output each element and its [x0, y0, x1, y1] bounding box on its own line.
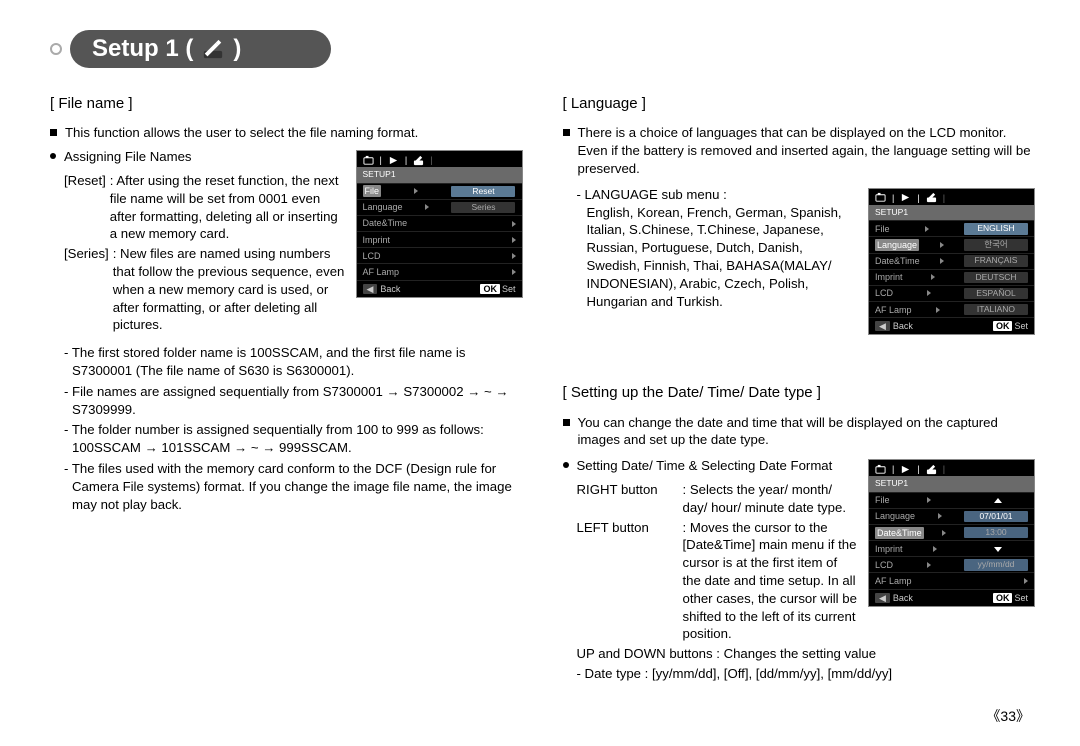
left-column: [ File name ] This function allows the u… [50, 86, 523, 683]
section-title-language: [ Language ] [563, 94, 1036, 114]
left-button-def: LEFT button : Moves the cursor to the [D… [577, 519, 859, 644]
page-title-suffix: ) [233, 35, 241, 63]
lcd1-header: SETUP1 [357, 167, 522, 182]
lcd-language: | | | SETUP1 FileENGLISH Language한국어 Dat… [868, 188, 1035, 336]
datetype-line: - Date type : [yy/mm/dd], [Off], [dd/mm/… [577, 665, 1036, 683]
datetime-intro: You can change the date and time that wi… [563, 414, 1036, 450]
header-dot-icon [50, 43, 62, 55]
date-format-bullet: Setting Date/ Time & Selecting Date Form… [563, 457, 859, 475]
assigning-file-names: Assigning File Names [50, 148, 346, 166]
page-header: Setup 1 ( ) [50, 30, 1035, 68]
lcd-filename: | | | SETUP1 FileReset LanguageSeries Da… [356, 150, 523, 298]
page-number: 《33》 [986, 706, 1030, 726]
section-title-datetime: [ Setting up the Date/ Time/ Date type ] [563, 383, 1036, 403]
reset-definition: [Reset] : After using the reset function… [64, 172, 346, 243]
section-title-filename: [ File name ] [50, 94, 523, 114]
page-title-pill: Setup 1 ( ) [70, 30, 331, 68]
lcd-datetime: | | | SETUP1 File Language07/01/01 Date&… [868, 459, 1035, 607]
series-definition: [Series] : New files are named using num… [64, 245, 346, 334]
updown-line: UP and DOWN buttons : Changes the settin… [577, 645, 1036, 663]
pencil-icon [199, 38, 227, 60]
filename-notes: - The first stored folder name is 100SSC… [64, 344, 523, 513]
language-intro: There is a choice of languages that can … [563, 124, 1036, 177]
right-column: [ Language ] There is a choice of langua… [563, 86, 1036, 683]
page-title-prefix: Setup 1 ( [92, 35, 193, 63]
lcd-tab-icons: | | | [357, 151, 522, 167]
filename-intro: This function allows the user to select … [50, 124, 523, 142]
right-button-def: RIGHT button : Selects the year/ month/ … [577, 481, 859, 517]
